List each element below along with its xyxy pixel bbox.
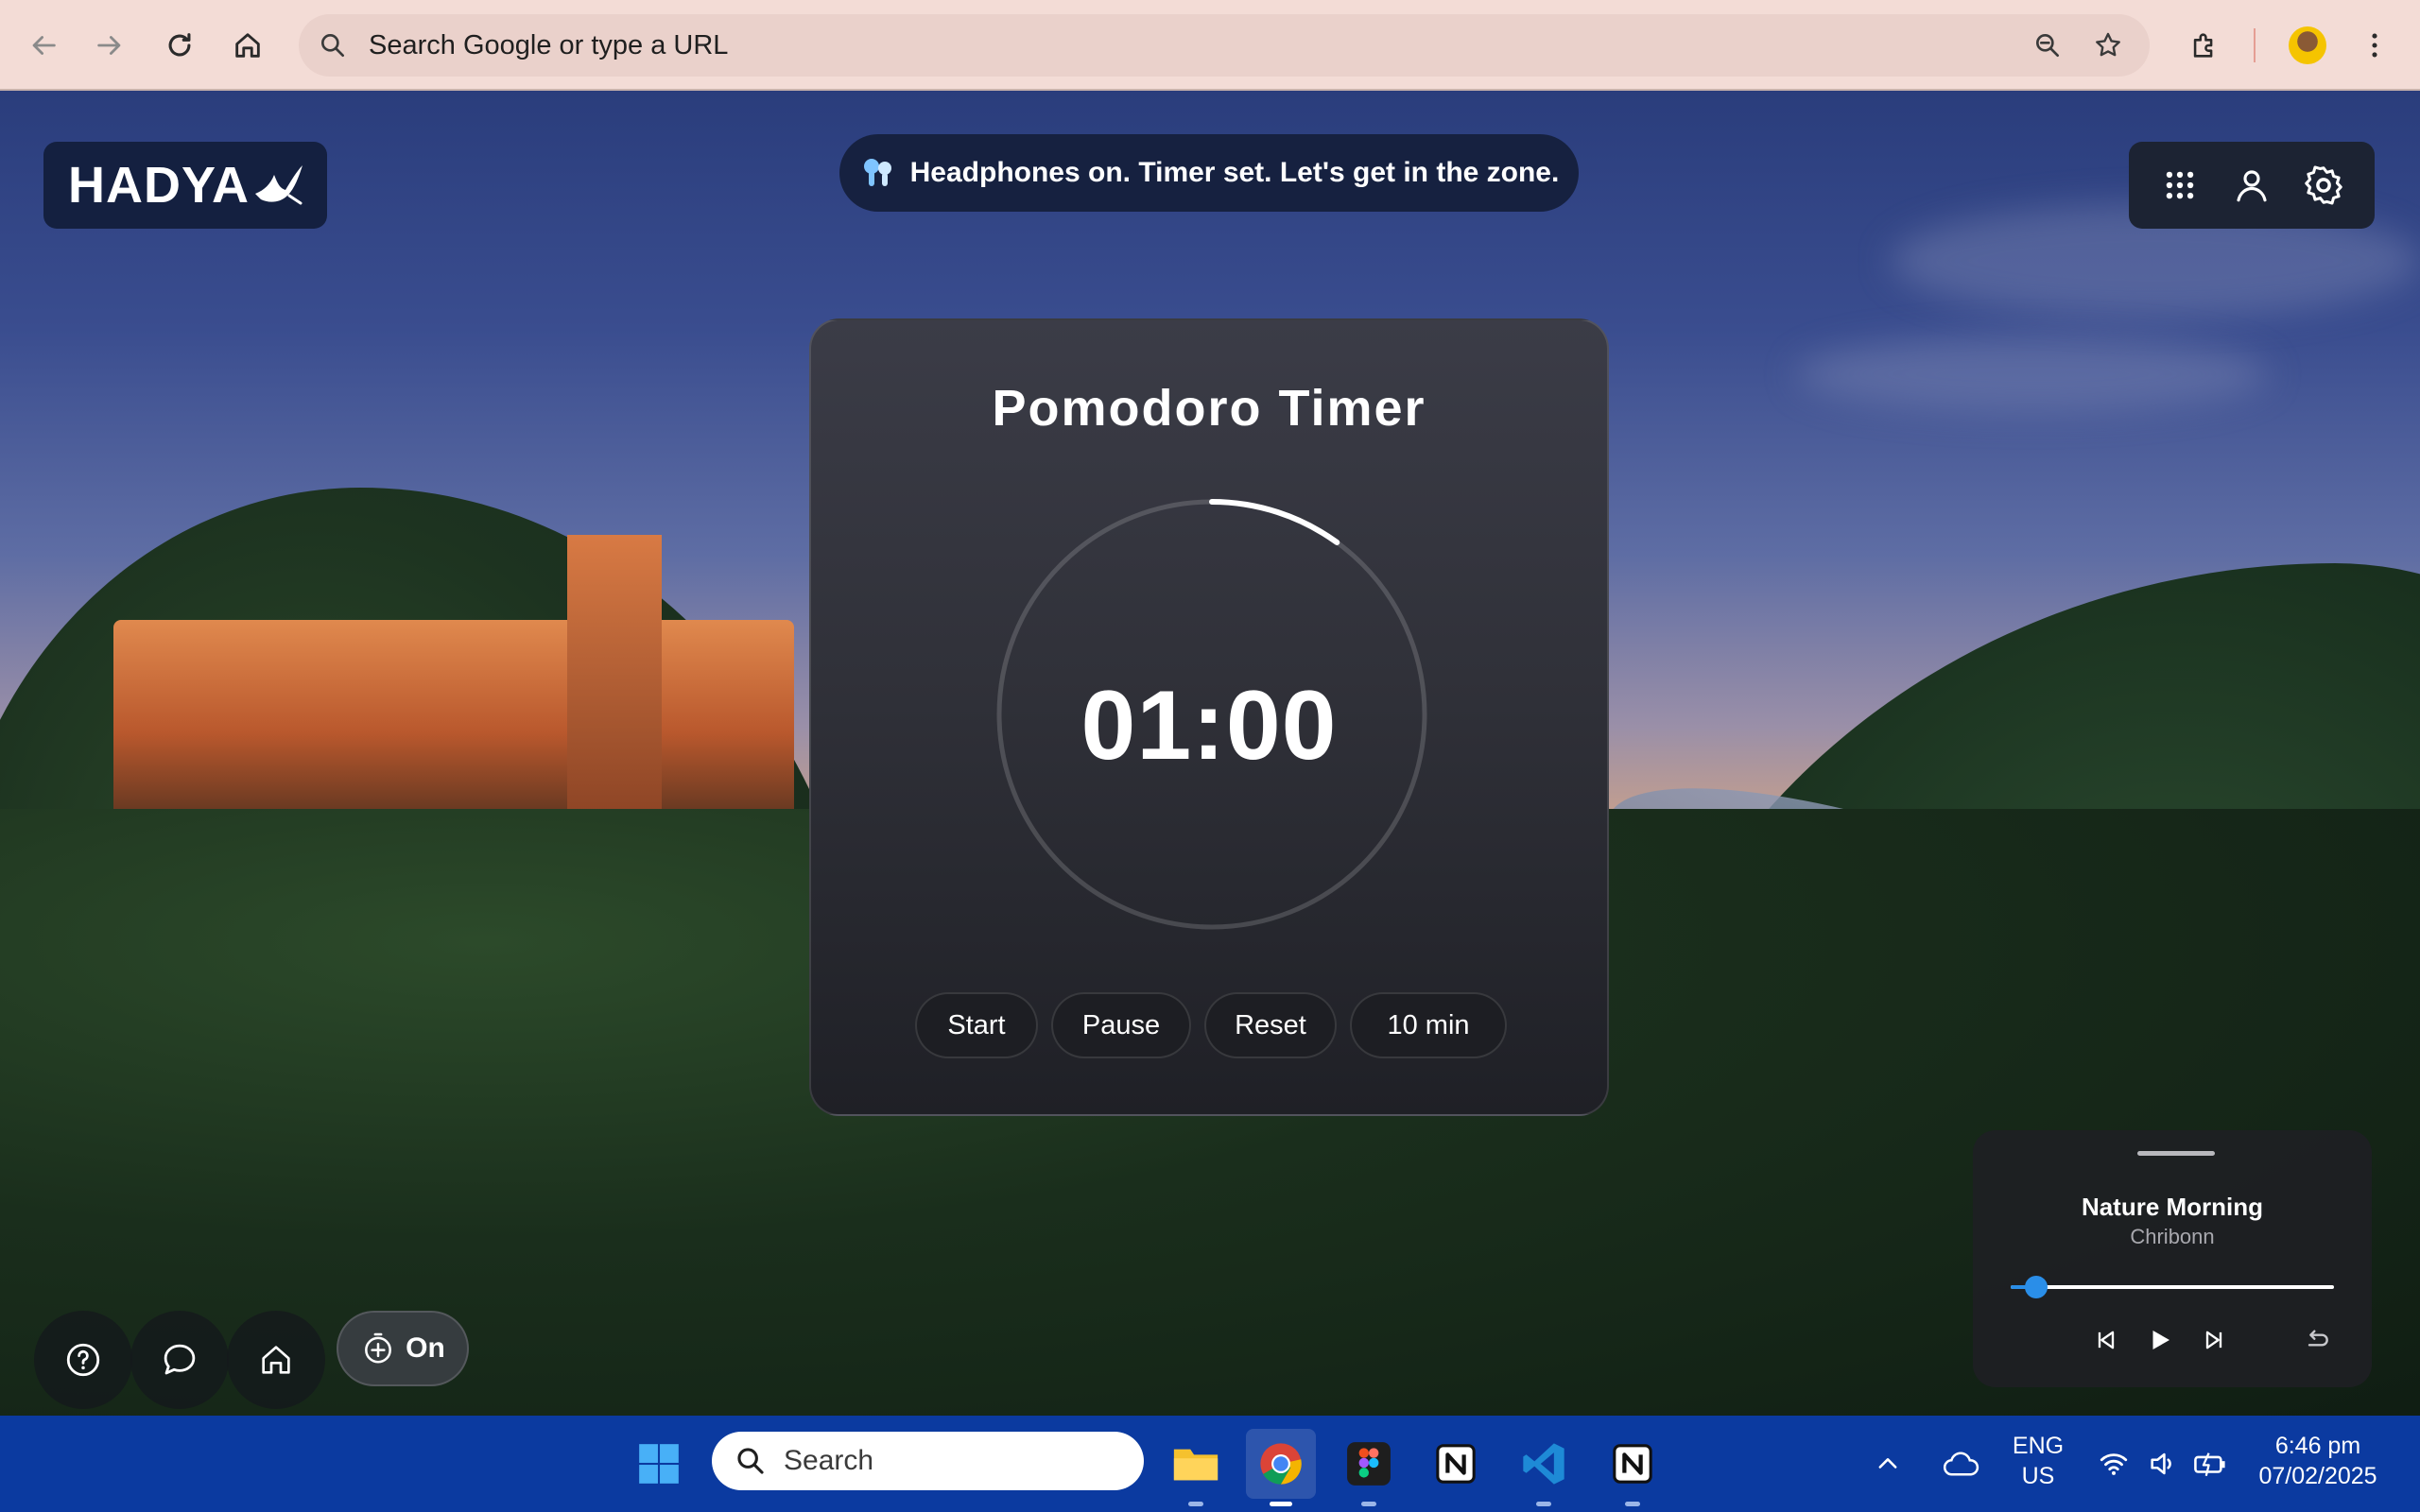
timer-display: 01:00	[1080, 671, 1338, 781]
folder-icon	[1173, 1449, 1219, 1481]
start-button[interactable]: Start	[915, 992, 1038, 1058]
user-icon	[2237, 170, 2267, 202]
browser-toolbar: Search Google or type a URL	[0, 0, 2420, 91]
onedrive-button[interactable]	[1928, 1429, 1995, 1499]
windows-taskbar: Search ENG US 6:46 pm 07/02/2025	[0, 1416, 2420, 1512]
song-progress-knob[interactable]	[2025, 1276, 2048, 1298]
clock-date: 07/02/2025	[2258, 1463, 2377, 1489]
song-artist: Chribonn	[2130, 1225, 2215, 1248]
next-track-button[interactable]	[2193, 1319, 2235, 1361]
app-logo[interactable]: HADYA	[43, 142, 327, 229]
chat-button[interactable]	[130, 1311, 229, 1409]
reload-icon	[168, 33, 191, 57]
home-button[interactable]	[225, 23, 270, 68]
timer-toggle-button[interactable]: On	[337, 1311, 469, 1386]
repeat-button[interactable]	[2296, 1319, 2338, 1361]
chat-bubble-icon	[164, 1344, 196, 1375]
vscode-app[interactable]	[1509, 1429, 1579, 1506]
notion-app-2[interactable]	[1598, 1429, 1668, 1506]
volume-button[interactable]	[2136, 1429, 2189, 1499]
earbuds-icon	[863, 159, 891, 186]
logo-text: HADYA	[68, 157, 251, 214]
chrome-app[interactable]	[1246, 1429, 1316, 1506]
help-button[interactable]	[34, 1311, 132, 1409]
notion-icon	[1613, 1444, 1652, 1484]
address-bar-text: Search Google or type a URL	[369, 30, 729, 60]
extensions-button[interactable]	[2182, 23, 2227, 68]
taskbar-search[interactable]: Search	[712, 1432, 1144, 1490]
play-icon	[2152, 1331, 2169, 1349]
windows-logo-icon	[639, 1444, 679, 1484]
back-button[interactable]	[21, 23, 66, 68]
repeat-icon	[2308, 1330, 2328, 1347]
apps-grid-icon	[2166, 171, 2194, 199]
search-icon	[737, 1448, 764, 1474]
forward-button[interactable]	[87, 23, 132, 68]
pomodoro-card: Pomodoro Timer 01:00 Start Pause Reset 1…	[809, 318, 1609, 1116]
notion-icon	[1436, 1444, 1476, 1484]
reload-button[interactable]	[157, 23, 202, 68]
taskbar-search-placeholder: Search	[784, 1445, 874, 1476]
vscode-icon	[1523, 1443, 1564, 1485]
start-button[interactable]	[624, 1429, 694, 1499]
bookmark-star-icon[interactable]	[2089, 26, 2127, 64]
home-page-button[interactable]	[227, 1311, 325, 1409]
search-icon	[314, 26, 352, 64]
gear-icon	[2305, 165, 2342, 205]
home-icon	[235, 33, 260, 58]
timer-add-icon	[365, 1332, 392, 1364]
cloud-icon	[1943, 1452, 1979, 1476]
wifi-icon	[2100, 1453, 2128, 1475]
pause-button[interactable]: Pause	[1051, 992, 1191, 1058]
skip-next-icon	[2205, 1331, 2222, 1349]
kebab-menu-icon	[2372, 33, 2377, 58]
chrome-icon	[1260, 1443, 1302, 1485]
chevron-up-icon	[1878, 1458, 1897, 1469]
speaker-icon	[2151, 1452, 2171, 1475]
wifi-button[interactable]	[2087, 1429, 2140, 1499]
profile-avatar[interactable]	[2289, 26, 2326, 64]
pomodoro-title: Pomodoro Timer	[992, 380, 1426, 437]
arrow-left-icon	[32, 36, 56, 55]
notion-app[interactable]	[1421, 1429, 1491, 1499]
chrome-menu-button[interactable]	[2352, 23, 2397, 68]
profile-button[interactable]	[2223, 157, 2280, 214]
battery-charging-icon	[2194, 1452, 2225, 1477]
home-icon	[262, 1346, 290, 1374]
player-drag-handle[interactable]	[2137, 1151, 2215, 1156]
file-explorer-app[interactable]	[1161, 1429, 1231, 1506]
top-right-toolbar	[2129, 142, 2375, 229]
address-bar[interactable]: Search Google or type a URL	[299, 14, 2150, 77]
previous-track-button[interactable]	[2085, 1319, 2127, 1361]
language-code: ENG	[2012, 1433, 2065, 1459]
toast-text: Headphones on. Timer set. Let's get in t…	[909, 157, 1560, 188]
puzzle-icon	[2193, 33, 2213, 58]
figma-icon	[1347, 1442, 1391, 1486]
taskbar-clock[interactable]: 6:46 pm 07/02/2025	[2237, 1431, 2399, 1491]
focus-toast: Headphones on. Timer set. Let's get in t…	[839, 134, 1579, 212]
play-button[interactable]	[2139, 1319, 2181, 1361]
song-title: Nature Morning	[2081, 1193, 2264, 1221]
zoom-icon[interactable]	[2029, 26, 2066, 64]
timer-toggle-label: On	[406, 1332, 445, 1364]
battery-button[interactable]	[2184, 1429, 2237, 1499]
music-player: Nature Morning Chribonn	[1973, 1130, 2372, 1387]
help-icon	[66, 1343, 100, 1377]
figma-app[interactable]	[1334, 1429, 1404, 1506]
input-language[interactable]: ENG US	[2000, 1431, 2076, 1491]
show-hidden-icons-button[interactable]	[1864, 1429, 1911, 1499]
arrow-right-icon	[97, 36, 121, 55]
toolbar-divider	[2254, 28, 2256, 62]
reset-button[interactable]: Reset	[1204, 992, 1337, 1058]
dove-icon	[255, 165, 303, 205]
settings-button[interactable]	[2295, 157, 2352, 214]
skip-previous-icon	[2098, 1331, 2115, 1349]
duration-button[interactable]: 10 min	[1350, 992, 1507, 1058]
apps-grid-button[interactable]	[2152, 157, 2208, 214]
region-code: US	[2021, 1463, 2055, 1489]
song-progress-slider[interactable]	[2011, 1276, 2334, 1298]
clock-time: 6:46 pm	[2274, 1433, 2361, 1459]
